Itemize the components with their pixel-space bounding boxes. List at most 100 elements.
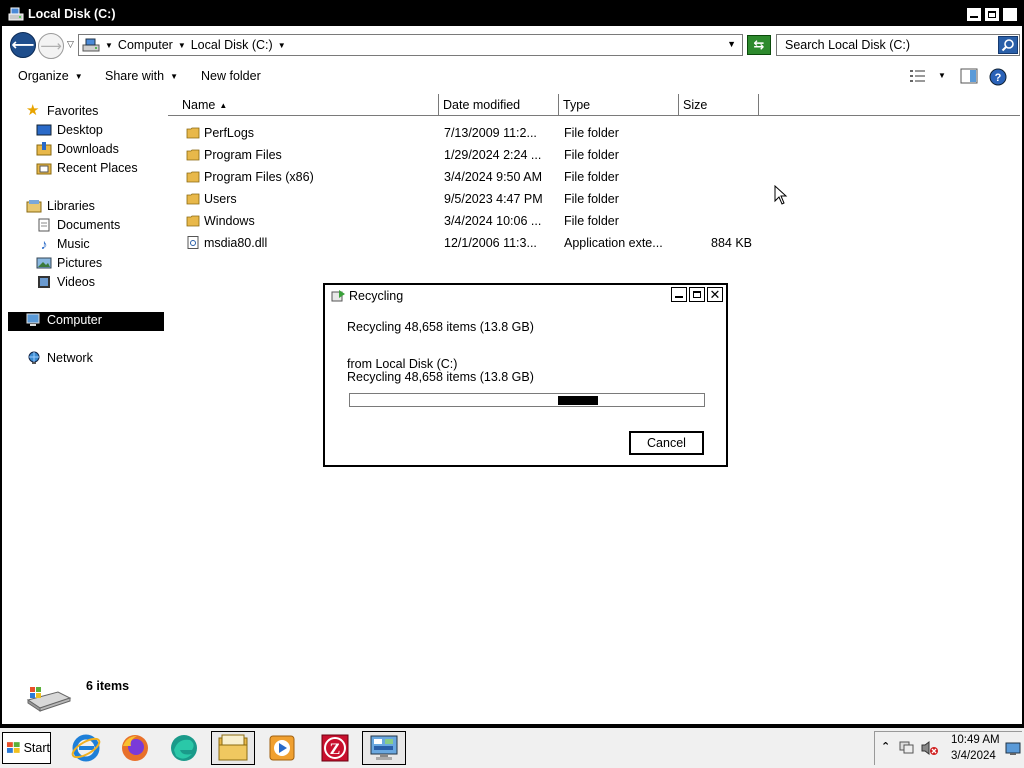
list-item[interactable]: Windows 3/4/2024 10:06 ... File folder [168,211,768,231]
mouse-cursor-icon [774,185,788,205]
nav-downloads[interactable]: Downloads [36,142,119,156]
nav-music-label: Music [57,237,90,251]
dialog-maximize-button[interactable] [689,287,705,302]
nav-recent-places[interactable]: Recent Places [36,161,138,175]
taskbar-zotero[interactable]: Z [313,731,357,765]
nav-network-label: Network [47,351,93,365]
preview-pane-icon[interactable] [960,68,978,84]
arrow-right-icon: ⟶ [40,38,62,55]
navigation-bar: ⟵ ⟶ ▽ ▼ Computer ▼ Local Disk (C:) ▼ ▼ ⇆… [2,28,1022,62]
taskbar-file-explorer[interactable] [211,731,255,765]
svg-text:?: ? [995,72,1002,84]
column-header-size[interactable]: Size [679,94,759,116]
network-tray-icon[interactable] [899,740,915,756]
file-date: 3/4/2024 9:50 AM [444,170,542,184]
taskbar-control-panel[interactable] [362,731,406,765]
column-header-name[interactable]: Name ▲ [168,94,439,116]
search-button[interactable] [998,36,1018,54]
start-button[interactable]: Start [2,732,51,764]
list-item[interactable]: Program Files 1/29/2024 2:24 ... File fo… [168,145,768,165]
explorer-window: Local Disk (C:) ✕ ⟵ ⟶ ▽ ▼ Computer ▼ Loc… [0,0,1024,726]
nav-videos[interactable]: Videos [36,275,95,289]
taskbar-internet-explorer[interactable] [64,731,108,765]
libraries-icon [26,200,42,213]
forward-button[interactable]: ⟶ [38,33,64,59]
nav-downloads-label: Downloads [57,142,119,156]
show-desktop-icon[interactable] [1005,742,1021,756]
view-options-icon[interactable] [909,68,927,84]
downloads-icon [36,142,52,156]
taskbar-firefox[interactable] [113,731,157,765]
share-with-label: Share with [105,69,165,83]
show-hidden-icons-chevron-icon[interactable]: ⌃ [881,740,890,753]
breadcrumb-chevron-icon[interactable]: ▼ [178,41,186,50]
nav-desktop[interactable]: Desktop [36,123,103,137]
share-with-menu[interactable]: Share with ▼ [105,69,178,83]
file-name: Users [204,192,237,206]
dialog-minimize-button[interactable] [671,287,687,302]
speaker-muted-icon[interactable] [921,740,939,756]
column-header-date-modified[interactable]: Date modified [439,94,559,116]
star-icon: ★ [26,102,40,119]
media-player-icon [269,735,295,761]
folder-icon [186,149,200,161]
minimize-button[interactable] [966,7,982,22]
taskbar-edge[interactable] [162,731,206,765]
firefox-icon [122,735,148,761]
new-folder-label: New folder [201,69,261,83]
file-type: File folder [564,170,619,184]
column-header-type[interactable]: Type [559,94,679,116]
maximize-button[interactable] [984,7,1000,22]
window-title: Local Disk (C:) [28,7,116,21]
list-item[interactable]: Users 9/5/2023 4:47 PM File folder [168,189,768,209]
list-item[interactable]: msdia80.dll 12/1/2006 11:3... Applicatio… [168,233,768,253]
breadcrumb-computer[interactable]: Computer [118,38,173,52]
organize-label: Organize [18,69,69,83]
start-label: Start [23,741,50,755]
refresh-button[interactable]: ⇆ [747,35,771,55]
clock-time[interactable]: 10:49 AM [951,734,1000,746]
nav-network[interactable]: Network [26,351,93,365]
address-bar[interactable]: ▼ Computer ▼ Local Disk (C:) ▼ ▼ [78,34,743,56]
windows-logo-icon [6,742,20,753]
dialog-progress-text: Recycling 48,658 items (13.8 GB) [347,370,534,384]
nav-pictures[interactable]: Pictures [36,256,102,270]
nav-pictures-label: Pictures [57,256,103,270]
close-button[interactable]: ✕ [1002,7,1018,22]
nav-documents-label: Documents [57,218,121,232]
file-date: 1/29/2024 2:24 ... [444,148,542,162]
breadcrumb-chevron-icon[interactable]: ▼ [105,41,113,50]
file-type: Application exte... [564,236,663,250]
progress-marquee [558,396,598,405]
breadcrumb-local-disk[interactable]: Local Disk (C:) [191,38,273,52]
dialog-close-button[interactable]: ✕ [707,287,723,302]
list-item[interactable]: Program Files (x86) 3/4/2024 9:50 AM Fil… [168,167,768,187]
back-button[interactable]: ⟵ [10,32,36,58]
cancel-button[interactable]: Cancel [629,431,704,455]
help-icon[interactable]: ? [989,68,1007,86]
nav-computer-label: Computer [47,313,102,327]
svg-text:Z: Z [330,741,341,758]
file-date: 12/1/2006 11:3... [444,236,537,250]
nav-computer[interactable]: Computer [26,313,102,327]
nav-favorites[interactable]: ★ Favorites [26,102,98,119]
taskbar-media-player[interactable] [260,731,304,765]
search-input[interactable]: Search Local Disk (C:) [785,38,910,52]
clock-date[interactable]: 3/4/2024 [951,750,996,762]
system-tray: ⌃ 10:49 AM 3/4/2024 [874,731,1022,765]
nav-music[interactable]: ♪ Music [36,237,90,251]
view-dropdown-icon[interactable]: ▼ [938,71,946,80]
new-folder-button[interactable]: New folder [201,69,261,83]
address-dropdown-icon[interactable]: ▼ [727,39,736,49]
list-item[interactable]: PerfLogs 7/13/2009 11:2... File folder [168,123,768,143]
organize-menu[interactable]: Organize ▼ [18,69,83,83]
nav-libraries-label: Libraries [47,199,95,213]
nav-libraries[interactable]: Libraries [26,199,95,213]
nav-documents[interactable]: Documents [36,218,120,232]
breadcrumb-chevron-icon[interactable]: ▼ [278,41,286,50]
dialog-caption-buttons: ✕ [671,287,723,302]
recent-pages-dropdown[interactable]: ▽ [67,39,74,50]
drive-icon [82,38,100,52]
title-bar[interactable]: Local Disk (C:) ✕ [2,2,1022,26]
search-box[interactable]: Search Local Disk (C:) [776,34,1020,56]
